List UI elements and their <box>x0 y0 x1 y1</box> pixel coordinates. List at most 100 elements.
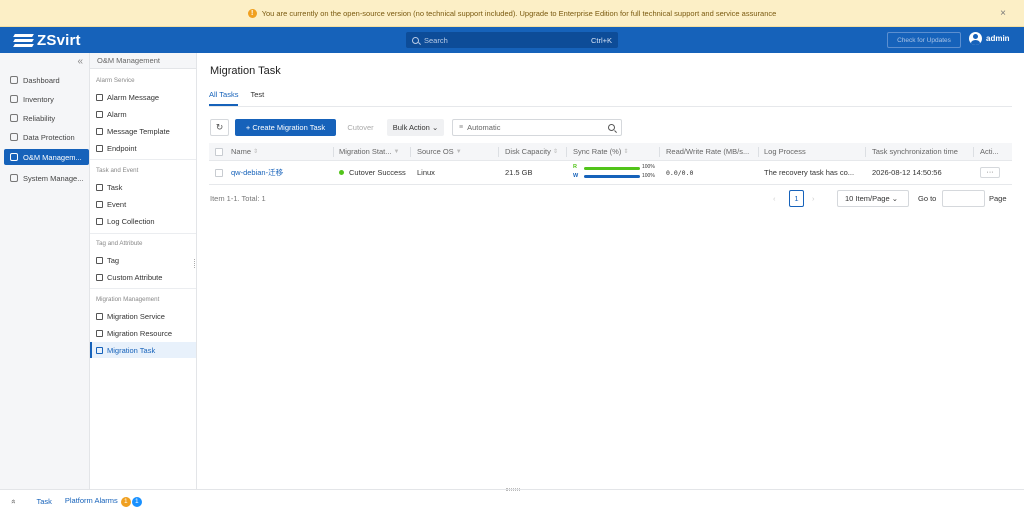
group-title: Alarm Service <box>96 77 135 84</box>
user-menu[interactable]: admin <box>969 32 1010 45</box>
alarm-count-badge: 1 <box>120 496 131 507</box>
task-icon <box>96 183 103 191</box>
disk-capacity: 21.5 GB <box>505 168 533 177</box>
filter-icon[interactable]: ▼ <box>456 149 462 155</box>
resize-handle[interactable] <box>194 259 196 268</box>
sidebar-item-label: System Manage... <box>23 173 84 183</box>
tab-test[interactable]: Test <box>250 90 264 106</box>
filter-search-input[interactable]: ≡ Automatic <box>452 119 622 136</box>
group-title: Tag and Attribute <box>96 240 143 247</box>
nav-link-task[interactable]: Task <box>90 179 196 195</box>
close-icon[interactable]: × <box>1000 8 1006 19</box>
collapse-sidebar-icon[interactable]: « <box>77 56 83 67</box>
global-search[interactable]: Search Ctrl+K <box>406 32 618 48</box>
nav-link-custom-attribute[interactable]: Custom Attribute <box>90 269 196 285</box>
nav-link-migration-service[interactable]: Migration Service <box>90 308 196 324</box>
nav-link-event[interactable]: Event <box>90 196 196 212</box>
column-header-disk-capacity[interactable]: Disk Capacity ⇕ <box>505 143 558 160</box>
pagination-info: Item 1-1. Total: 1 <box>210 194 266 203</box>
column-header-read-write-rate[interactable]: Read/Write Rate (MB/s... <box>666 143 749 160</box>
logo[interactable]: ZSvirt <box>13 32 81 49</box>
row-actions: ··· <box>980 161 1000 184</box>
goto-page-input[interactable] <box>942 190 985 207</box>
platform-alarms-tab[interactable]: Platform Alarms 1 1 <box>65 496 142 507</box>
migration-status: Cutover Success <box>339 161 406 184</box>
column-header-migration-status[interactable]: Migration Stat... ▼ <box>339 143 399 160</box>
column-header-name[interactable]: Name ⇕ <box>231 143 258 160</box>
sidebar-item-label: Reliability <box>23 113 56 123</box>
write-progress-bar <box>584 175 640 178</box>
nav-link-label: Endpoint <box>107 143 137 153</box>
row-checkbox[interactable] <box>215 161 223 184</box>
next-page-button[interactable]: › <box>812 190 815 207</box>
tab-all-tasks[interactable]: All Tasks <box>209 90 239 106</box>
nav-link-log-collection[interactable]: Log Collection <box>90 213 196 229</box>
table-header: Name ⇕ Migration Stat... ▼ Source OS ▼ Disk… <box>209 143 1012 161</box>
log-icon <box>96 217 103 225</box>
nav-link-label: Alarm Message <box>107 92 160 102</box>
more-actions-button[interactable]: ··· <box>980 167 1000 178</box>
group-title: Migration Management <box>96 296 160 303</box>
om-management-icon <box>10 153 18 161</box>
column-label: Log Process <box>764 147 806 156</box>
alarm-count-badge: 1 <box>131 496 142 507</box>
secondary-sidebar: O&M Management Alarm Service Alarm Messa… <box>90 53 197 489</box>
column-header-source-os[interactable]: Source OS ▼ <box>417 143 462 160</box>
nav-link-label: Task <box>107 182 123 192</box>
nav-link-message-template[interactable]: Message Template <box>90 123 196 139</box>
write-label: W <box>573 173 579 179</box>
status-dot <box>339 170 344 175</box>
column-label: Sync Rate (%) <box>573 147 622 156</box>
nav-link-label: Log Collection <box>107 216 155 226</box>
column-label: Disk Capacity <box>505 147 551 156</box>
refresh-button[interactable]: ↻ <box>210 119 229 136</box>
nav-link-label: Alarm <box>107 109 127 119</box>
cutover-button[interactable]: Cutover <box>340 119 381 136</box>
nav-link-migration-task[interactable]: Migration Task <box>90 342 196 358</box>
drawer-handle[interactable] <box>506 488 520 491</box>
endpoint-icon <box>96 144 103 152</box>
sidebar-item-inventory[interactable]: Inventory <box>4 91 89 107</box>
sidebar-item-dashboard[interactable]: Dashboard <box>4 72 89 88</box>
sort-icon[interactable]: ⇕ <box>253 148 258 155</box>
sidebar-item-label: Data Protection <box>23 132 75 142</box>
column-label: Read/Write Rate (MB/s... <box>666 147 750 156</box>
nav-link-migration-resource[interactable]: Migration Resource <box>90 325 196 341</box>
prev-page-button[interactable]: ‹ <box>773 190 776 207</box>
nav-link-alarm-message[interactable]: Alarm Message <box>90 89 196 105</box>
column-header-log-process[interactable]: Log Process <box>764 143 806 160</box>
log-process: The recovery task has co... <box>764 168 855 177</box>
sidebar-item-om-management[interactable]: O&M Managem... <box>4 149 89 165</box>
banner-text: You are currently on the open-source ver… <box>261 8 777 18</box>
group-title: Task and Event <box>96 167 139 174</box>
expand-panel-icon[interactable]: » <box>9 499 18 503</box>
column-header-sync-rate[interactable]: Sync Rate (%) ⇕ <box>573 143 628 160</box>
check-updates-button[interactable]: Check for Updates <box>887 32 961 48</box>
sort-icon[interactable]: ⇕ <box>623 148 628 155</box>
read-progress-bar <box>584 167 640 170</box>
event-icon <box>96 200 103 208</box>
page-1-button[interactable]: 1 <box>789 190 804 207</box>
task-panel-tab[interactable]: Task <box>36 497 51 506</box>
sync-rate: R 100% W 100% <box>573 161 659 184</box>
table-row: qw-debian-迁移 Cutover Success Linux 21.5 … <box>209 161 1012 185</box>
sort-icon[interactable]: ⇕ <box>553 148 558 155</box>
select-all-checkbox[interactable] <box>215 143 223 160</box>
sidebar-item-label: Inventory <box>23 94 54 104</box>
create-migration-task-button[interactable]: + Create Migration Task <box>235 119 336 136</box>
sidebar-item-system-management[interactable]: System Manage... <box>4 170 89 186</box>
search-icon[interactable] <box>608 124 615 131</box>
filter-value: Automatic <box>467 123 501 132</box>
task-name-link[interactable]: qw-debian-迁移 <box>231 161 283 184</box>
nav-link-endpoint[interactable]: Endpoint <box>90 140 196 156</box>
column-header-task-sync-time[interactable]: Task synchronization time <box>872 143 958 160</box>
nav-link-tag[interactable]: Tag <box>90 252 196 268</box>
sidebar-item-data-protection[interactable]: Data Protection <box>4 129 89 145</box>
page-size-select[interactable]: 10 Item/Page ⌄ <box>837 190 909 207</box>
sidebar-item-label: Dashboard <box>23 75 60 85</box>
read-write-rate: 0.0/0.0 <box>666 168 694 177</box>
filter-icon[interactable]: ▼ <box>394 149 400 155</box>
nav-link-alarm[interactable]: Alarm <box>90 106 196 122</box>
sidebar-item-reliability[interactable]: Reliability <box>4 110 89 126</box>
bulk-action-dropdown[interactable]: Bulk Action ⌄ <box>387 119 444 136</box>
